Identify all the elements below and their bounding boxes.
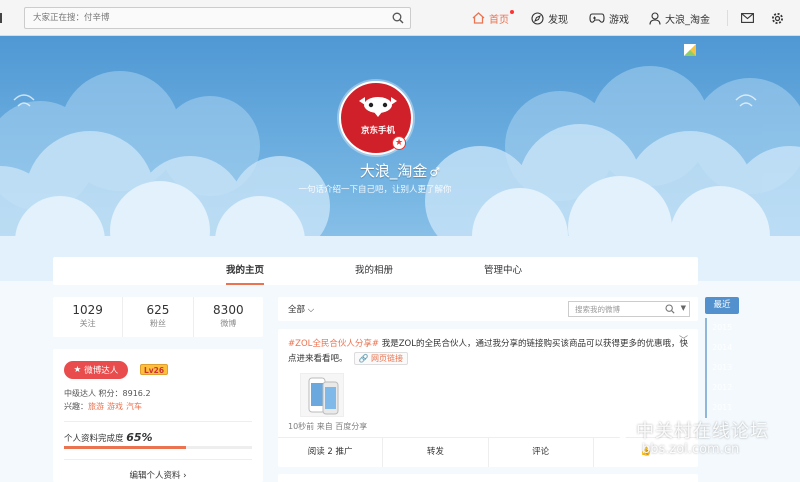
search-icon[interactable] [665,304,675,317]
tab-management[interactable]: 管理中心 [484,257,522,285]
nav-games[interactable]: 游戏 [589,0,629,36]
post-thumbnail[interactable] [300,373,344,417]
feed-filter-bar: 全部 ⌵ ▼ [278,297,698,321]
post-hashtag[interactable]: #ZOL全民合伙人分享# [288,339,379,349]
completion-value: 65% [126,431,153,444]
rank-line: 中级达人 积分：8916.2 [64,389,151,398]
feed-search-box: ▼ [568,301,690,317]
caret-down-icon[interactable]: ▼ [681,304,686,312]
nav-discover[interactable]: 发现 [531,0,568,36]
mail-button[interactable] [741,0,754,36]
gamepad-icon [589,13,605,23]
web-link[interactable]: 🔗 网页链接 [353,352,409,365]
username-text: 大浪_淘金 [359,162,428,180]
interest-link[interactable]: 旅游 [88,402,104,411]
timeline-recent[interactable]: 最近 [705,297,739,314]
edit-profile-link[interactable]: 编辑个人资料 › [53,469,263,481]
profile-card: ★ 微博达人 Lv26 中级达人 积分：8916.2 兴趣：旅游 游戏 汽车 个人资… [53,349,263,482]
stat-posts-label: 微博 [220,319,237,328]
search-icon[interactable] [392,12,404,27]
global-search-input[interactable] [25,8,375,28]
timeline-year[interactable]: 2013 [705,358,739,378]
avatar-text: 京东手机 [360,126,395,136]
user-icon [649,11,661,25]
filter-all-dropdown[interactable]: 全部 ⌵ [288,303,314,315]
stat-followers-label: 粉丝 [149,319,166,328]
link-icon: 🔗 [358,354,372,363]
gear-icon [772,12,783,24]
interests-line: 兴趣：旅游 游戏 汽车 [64,401,145,412]
timeline-year[interactable]: 2015 [705,318,739,338]
nav-user[interactable]: 大浪_淘金 [649,0,710,36]
repost-button[interactable]: 转发 [383,438,489,467]
nav-divider [727,10,728,26]
talent-badge-label: 微博达人 [84,366,119,376]
post-meta: 10秒前 来自 百度分享 [288,422,368,431]
profile-tabbar: 我的主页 我的相册 管理中心 [53,257,698,285]
nav-user-label: 大浪_淘金 [665,14,710,26]
nav-home-label: 首页 [489,14,509,26]
level-badge[interactable]: Lv26 [140,364,169,375]
feed-post: ﹀ #ZOL全民合伙人分享# 我是ZOL的全民合伙人，通过我分享的链接购买该商品… [278,329,698,467]
chevron-down-icon: ⌵ [307,305,315,315]
filter-all-label: 全部 [288,305,306,315]
nav-discover-label: 发现 [548,14,568,26]
year-timeline: 最近 2015 2014 2013 2012 2011 [705,297,739,418]
top-nav-bar: 首页 发现 游戏 大浪_淘金 [0,0,800,36]
post-actions: 阅读 2 推广 转发 评论 👍 [278,437,698,467]
stats-card: 1029 关注 625 粉丝 8300 微博 [53,297,263,337]
timeline-year[interactable]: 2014 [705,338,739,358]
tab-my-album[interactable]: 我的相册 [355,257,393,285]
like-button[interactable]: 👍 [594,438,698,467]
completion-label: 个人资料完成度 [64,434,124,444]
timeline-year[interactable]: 2012 [705,378,739,398]
timeline-year[interactable]: 2011 [705,398,739,418]
stat-posts-value: 8300 [213,303,244,317]
interest-link[interactable]: 游戏 [107,402,123,411]
stat-followers-value: 625 [146,303,170,317]
stat-posts[interactable]: 8300 微博 [194,297,263,337]
web-link-label: 网页链接 [371,354,404,363]
stat-following[interactable]: 1029 关注 [53,297,124,337]
unread-dot [510,10,514,14]
stat-followers[interactable]: 625 粉丝 [123,297,194,337]
profile-bio[interactable]: 一句话介绍一下自己吧，让别人更了解你 [0,183,750,195]
profile-username: 大浪_淘金 ♂ [0,160,800,181]
nav-games-label: 游戏 [609,14,629,26]
global-search-box [24,7,411,29]
stat-following-value: 1029 [72,303,103,317]
phone-image [308,377,339,415]
completion-progress-fill [64,446,187,449]
read-promote-button[interactable]: 阅读 2 推广 [278,438,384,467]
nav-home[interactable]: 首页 [472,0,517,36]
mail-icon [741,13,754,23]
next-post [278,474,698,482]
post-text: #ZOL全民合伙人分享# 我是ZOL的全民合伙人，通过我分享的链接购买该商品可以… [288,337,688,367]
interests-label: 兴趣： [64,402,88,411]
stat-following-label: 关注 [79,319,96,328]
tab-my-home[interactable]: 我的主页 [226,257,265,285]
talent-badge[interactable]: ★ 微博达人 [64,361,128,379]
divider [64,421,252,422]
interest-link[interactable]: 汽车 [126,402,142,411]
feed-search-input[interactable] [569,302,669,316]
comment-button[interactable]: 评论 [489,438,594,467]
divider [64,459,252,460]
completion-progress-bar [64,446,252,449]
verified-badge-icon: ★ [392,136,406,150]
template-icon[interactable] [684,44,696,56]
star-icon: ★ [73,365,82,375]
compass-icon [531,11,544,25]
home-icon [472,12,485,24]
logo-icon[interactable] [0,13,5,23]
male-icon: ♂ [429,165,441,179]
completion-line: 个人资料完成度 65% [64,431,153,444]
settings-button[interactable] [771,0,784,36]
